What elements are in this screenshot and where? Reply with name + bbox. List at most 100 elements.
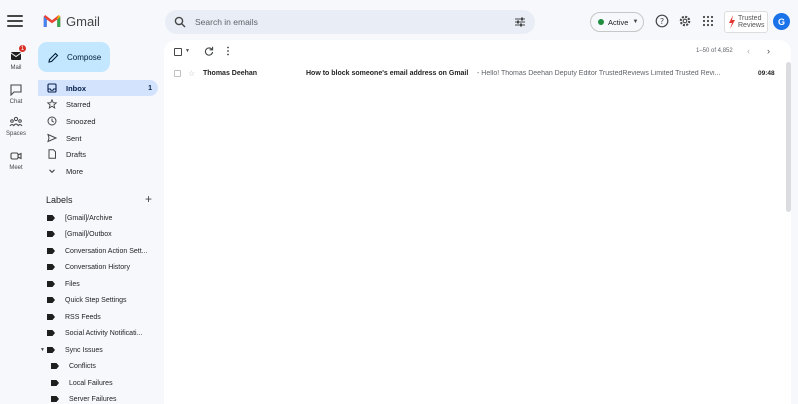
label-tag-icon [51,380,59,386]
star-icon [47,99,57,109]
select-menu-caret-icon[interactable]: ▼ [185,48,190,54]
unread-count: 1 [148,84,152,92]
rail-item-mail[interactable]: 1 Mail [0,44,32,71]
label-name: Conflicts [69,362,96,370]
rail-label: Mail [10,65,22,71]
search-icon[interactable] [174,16,186,28]
labels-heading: Labels [46,195,73,205]
sidebar-item-label: Sent [66,133,82,143]
draft-icon [48,149,56,159]
account-brand-logo[interactable]: Trusted Reviews [724,11,768,33]
avatar[interactable]: G [773,13,790,30]
status-dropdown[interactable]: Active ▼ [590,12,644,32]
label-item[interactable]: Social Activity Notificati... [38,325,158,341]
label-name: [Gmail]/Outbox [65,230,112,238]
label-name: Server Failures [69,395,117,403]
newer-page-icon[interactable]: ‹ [747,46,750,56]
email-snippet: - Hello! Thomas Deehan Deputy Editor Tru… [477,69,721,77]
sidebar-item-snoozed[interactable]: Snoozed [38,113,158,129]
label-tag-icon [51,363,59,369]
sidebar-item-drafts[interactable]: Drafts [38,146,158,162]
label-item[interactable]: Conversation Action Sett... [38,243,158,259]
label-item[interactable]: [Gmail]/Outbox [38,226,158,242]
label-tag-icon [51,396,59,402]
sidebar-item-label: Drafts [66,149,87,159]
apps-grid-icon[interactable] [701,14,715,28]
label-tag-icon [47,330,55,336]
search-options-icon[interactable] [514,16,526,28]
label-item[interactable]: Conversation History [38,259,158,275]
email-sender: Thomas Deehan [203,69,258,77]
more-vert-icon[interactable] [226,46,230,56]
refresh-icon[interactable] [204,46,214,56]
compose-label: Compose [67,52,102,62]
label-name: [Gmail]/Archive [65,214,113,222]
rail-item-chat[interactable]: Chat [0,84,32,105]
sidebar-item-more[interactable]: More [38,163,158,179]
sidebar-item-label: Starred [66,99,91,109]
row-checkbox[interactable] [174,69,181,77]
label-tag-icon [47,281,55,287]
caret-down-icon: ▼ [632,19,639,25]
sidebar-item-sent[interactable]: Sent [38,130,158,146]
help-icon[interactable]: ? [655,14,669,28]
label-name: Social Activity Notificati... [65,329,143,337]
label-item[interactable]: Quick Step Settings [38,292,158,308]
top-bar: Gmail Search in emails Active ▼ ? Truste… [0,0,798,44]
older-page-icon[interactable]: › [767,46,770,56]
label-tag-icon [47,264,55,270]
label-name: RSS Feeds [65,313,101,321]
email-subject: How to block someone's email address on … [306,69,469,77]
label-item[interactable]: RSS Feeds [38,309,158,325]
svg-text:?: ? [660,17,664,26]
label-item[interactable]: [Gmail]/Archive [38,210,158,226]
label-item[interactable]: Files [38,276,158,292]
message-list-pane: ▼ 1–50 of 4,852 ‹ › ☆ Thomas Deehan How … [164,40,791,404]
rail-label: Meet [9,165,23,171]
star-icon[interactable]: ☆ [188,69,195,78]
label-name: Local Failures [69,379,113,387]
compose-button[interactable]: Compose [38,42,110,72]
search-input[interactable]: Search in emails [195,17,258,27]
email-time: 09:48 [758,69,775,77]
label-name: Conversation Action Sett... [65,247,148,255]
scrollbar[interactable] [786,62,791,212]
app-name: Gmail [66,13,100,29]
settings-gear-icon[interactable] [678,14,692,28]
email-row[interactable]: ☆ Thomas Deehan How to block someone's e… [164,66,791,80]
label-tag-icon [47,347,55,353]
label-name: Conversation History [65,263,130,271]
status-label: Active [608,17,629,27]
brand-line-2: Reviews [738,22,765,29]
rail-label: Chat [9,99,23,105]
main-menu-icon[interactable] [6,12,24,30]
label-item[interactable]: Conflicts [38,358,158,374]
label-item[interactable]: ▼ Sync Issues [38,342,158,358]
label-tag-icon [47,231,55,237]
sidebar-item-inbox[interactable]: Inbox 1 [38,80,158,96]
sidebar-item-label: Inbox [66,83,86,93]
expand-caret-icon[interactable]: ▼ [40,347,45,353]
rail-item-spaces[interactable]: Spaces [0,116,32,137]
rail-item-meet[interactable]: Meet [0,150,32,171]
mail-icon: 1 [7,44,27,62]
gmail-logo[interactable]: Gmail [43,13,100,29]
chevron-down-icon [49,169,55,174]
label-name: Quick Step Settings [65,296,127,304]
sidebar-item-starred[interactable]: Starred [38,96,158,112]
spaces-icon [9,116,23,127]
select-all-checkbox[interactable] [174,48,182,56]
inbox-icon [47,83,57,93]
pagination-range: 1–50 of 4,852 [696,48,733,54]
pencil-icon [48,52,59,63]
label-item[interactable]: Server Failures [38,391,158,404]
label-name: Sync Issues [65,346,103,354]
gmail-m-icon [43,15,61,27]
label-item[interactable]: Local Failures [38,375,158,391]
search-bar[interactable]: Search in emails [165,10,535,34]
rail-label: Spaces [5,131,26,137]
sidebar-item-label: More [66,166,84,176]
add-label-icon[interactable]: + [145,192,152,206]
brand-line-1: Trusted [738,15,762,22]
label-name: Files [65,280,80,288]
